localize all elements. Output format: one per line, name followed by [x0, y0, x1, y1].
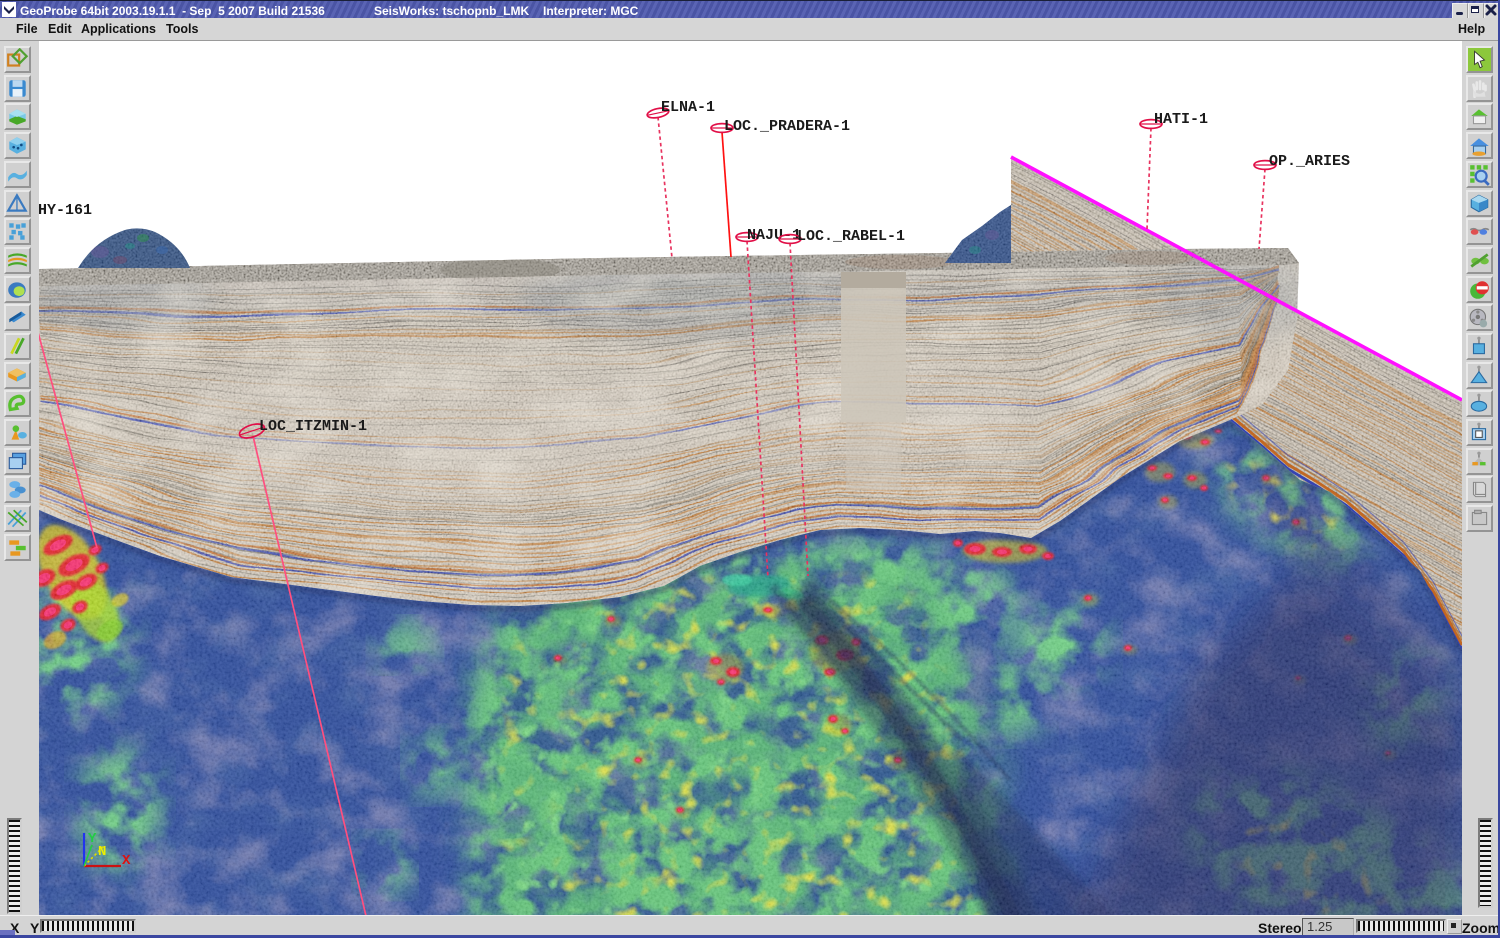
svg-text:LOC._PRADERA-1: LOC._PRADERA-1	[724, 118, 850, 135]
svg-text:X: X	[122, 853, 131, 869]
svg-text:HY-161: HY-161	[39, 202, 92, 219]
svg-text:N: N	[98, 844, 106, 860]
svg-text:LOC_ITZMIN-1: LOC_ITZMIN-1	[259, 418, 367, 435]
svg-text:HATI-1: HATI-1	[1154, 111, 1208, 128]
svg-text:ELNA-1: ELNA-1	[661, 99, 715, 116]
svg-text:OP._ARIES: OP._ARIES	[1269, 153, 1350, 170]
svg-text:LOC._RABEL-1: LOC._RABEL-1	[797, 228, 905, 245]
svg-text:Y: Y	[88, 831, 97, 847]
